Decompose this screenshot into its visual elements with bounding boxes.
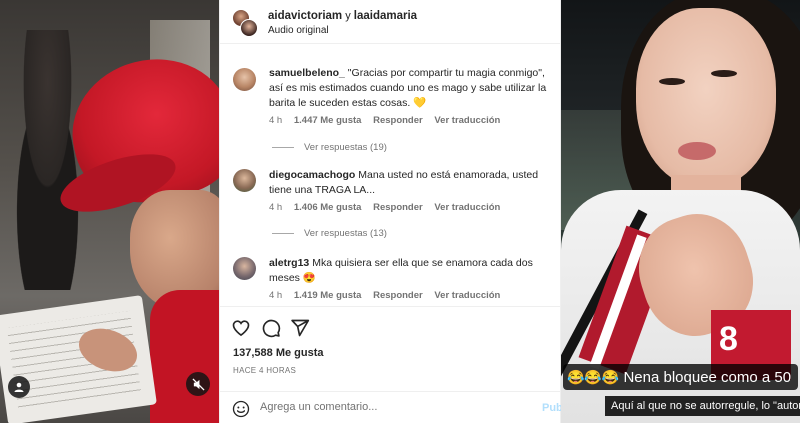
publish-button[interactable]: Pub	[542, 402, 563, 414]
post-panel: aidavictoriam y laaidamaria Audio origin…	[219, 0, 563, 423]
comment-meta: 4 h 1.406 Me gusta Responder Ver traducc…	[269, 202, 509, 213]
post-actions-bar	[220, 306, 562, 346]
comment-username[interactable]: diegocamachogo	[269, 169, 355, 181]
overlay-caption-sub: Aquí al que no se autorregule, lo "autor…	[605, 396, 800, 416]
jacket-number: 8	[719, 320, 738, 358]
comment-meta: 4 h 1.447 Me gusta Responder Ver traducc…	[269, 115, 509, 126]
author-names: aidavictoriam y laaidamaria	[268, 9, 417, 23]
user-icon	[14, 382, 24, 392]
author-username-1[interactable]: aidavictoriam	[268, 10, 342, 22]
comment-emoji: 💛	[413, 97, 427, 109]
comment-username[interactable]: samuelbeleno_	[269, 67, 345, 79]
likes-count[interactable]: 137,588 Me gusta	[233, 347, 324, 359]
heart-icon	[232, 320, 250, 337]
view-replies-button[interactable]: Ver respuestas (13)	[272, 228, 387, 239]
translate-button[interactable]: Ver traducción	[434, 202, 500, 213]
reply-button[interactable]: Responder	[373, 115, 423, 126]
comment-likes[interactable]: 1.419 Me gusta	[294, 290, 362, 301]
emoji-picker-button[interactable]	[232, 400, 250, 418]
smiley-icon	[232, 400, 250, 418]
view-replies-label[interactable]: Ver respuestas (13)	[304, 228, 387, 239]
eye	[659, 78, 685, 85]
author-avatars[interactable]	[232, 9, 258, 37]
avatar[interactable]	[233, 169, 256, 192]
comment-emoji: 😍	[302, 272, 316, 284]
comment-text: samuelbeleno_ "Gracias por compartir tu …	[269, 66, 549, 111]
laughing-emojis: 😂😂😂	[567, 369, 620, 385]
caption-main-text: Nena bloquee como a 50	[623, 369, 792, 386]
comment-button[interactable]	[261, 318, 281, 338]
eye	[711, 70, 737, 77]
video-panel-left[interactable]	[0, 0, 219, 423]
comment-time[interactable]: 4 h	[269, 115, 282, 126]
comments-list: samuelbeleno_ "Gracias por compartir tu …	[220, 52, 562, 302]
paper-plane-icon	[291, 319, 310, 337]
post-time[interactable]: HACE 4 HORAS	[233, 366, 296, 375]
translate-button[interactable]: Ver traducción	[434, 290, 500, 301]
author-conjunction: y	[345, 10, 351, 22]
video-panel-right[interactable]: 8 😂😂😂 Nena bloquee como a 50 Aquí al que…	[561, 0, 800, 423]
add-comment-bar: Pub	[220, 391, 563, 423]
comment-input[interactable]	[260, 401, 530, 413]
reply-button[interactable]: Responder	[373, 202, 423, 213]
view-replies-label[interactable]: Ver respuestas (19)	[304, 142, 387, 153]
mute-button[interactable]	[186, 372, 210, 396]
comment-likes[interactable]: 1.447 Me gusta	[294, 115, 362, 126]
lips	[678, 142, 716, 160]
comment-time[interactable]: 4 h	[269, 202, 282, 213]
comment-likes[interactable]: 1.406 Me gusta	[294, 202, 362, 213]
replies-divider	[272, 233, 294, 234]
avatar[interactable]	[233, 257, 256, 280]
replies-divider	[272, 147, 294, 148]
tagged-users-button[interactable]	[8, 376, 30, 398]
comment-username[interactable]: aletrg13	[269, 257, 309, 269]
translate-button[interactable]: Ver traducción	[434, 115, 500, 126]
comment-text: diegocamachogo Mana usted no está enamor…	[269, 168, 549, 198]
selfie-face	[636, 8, 776, 188]
share-button[interactable]	[290, 318, 310, 338]
view-replies-button[interactable]: Ver respuestas (19)	[272, 142, 387, 153]
comment-time[interactable]: 4 h	[269, 290, 282, 301]
muted-speaker-icon	[191, 377, 205, 391]
post-header: aidavictoriam y laaidamaria Audio origin…	[220, 0, 562, 44]
author-username-2[interactable]: laaidamaria	[354, 10, 417, 22]
audio-label[interactable]: Audio original	[268, 25, 329, 36]
avatar[interactable]	[233, 68, 256, 91]
overlay-caption-main: 😂😂😂 Nena bloquee como a 50	[563, 364, 799, 390]
avatar[interactable]	[240, 19, 258, 37]
comment-meta: 4 h 1.419 Me gusta Responder Ver traducc…	[269, 290, 509, 301]
comment-text: aletrg13 Mka quisiera ser ella que se en…	[269, 256, 549, 286]
like-button[interactable]	[231, 318, 251, 338]
red-shirt	[150, 290, 219, 423]
reply-button[interactable]: Responder	[373, 290, 423, 301]
comment-bubble-icon	[262, 319, 281, 338]
